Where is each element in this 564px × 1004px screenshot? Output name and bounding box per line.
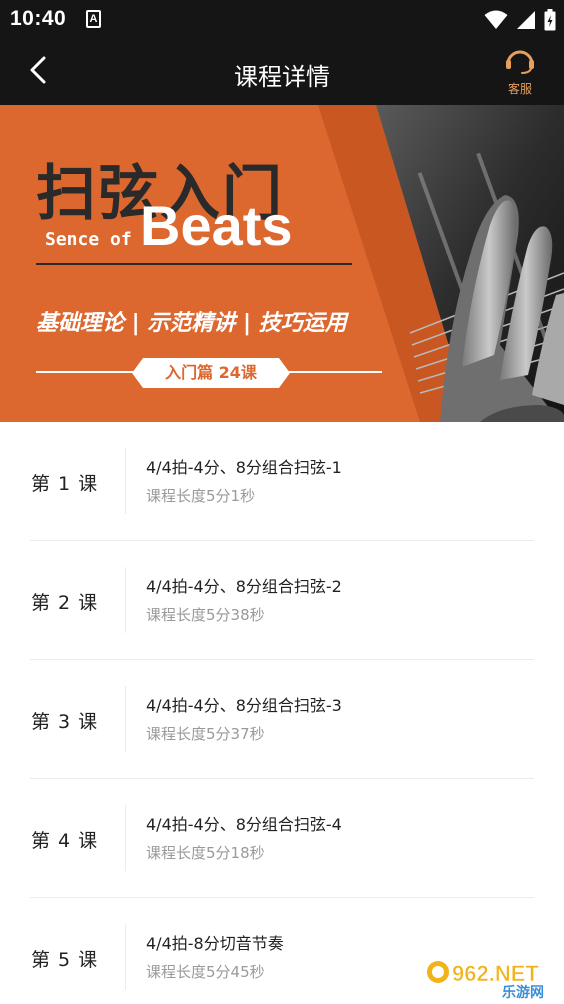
lesson-number: 第 3 课 [31, 711, 99, 733]
a-notification-icon: A [86, 10, 101, 28]
banner-underline [36, 263, 352, 265]
lesson-number: 第 5 课 [31, 949, 99, 971]
customer-service-button[interactable]: 客服 [498, 46, 542, 98]
lesson-divider [125, 567, 126, 633]
signal-icon [517, 11, 535, 29]
page-title: 课程详情 [234, 63, 330, 91]
nav-bar: 课程详情 客服 [0, 40, 564, 105]
lesson-title: 4/4拍-4分、8分组合扫弦-2 [146, 577, 342, 596]
status-time: 10:40 [10, 7, 67, 30]
lesson-item[interactable]: 第 1 课 4/4拍-4分、8分组合扫弦-1 课程长度5分1秒 [0, 422, 564, 541]
lesson-duration: 课程长度5分1秒 [146, 487, 256, 505]
lesson-divider [125, 686, 126, 752]
lesson-duration: 课程长度5分18秒 [146, 844, 265, 862]
lesson-number: 第 2 课 [31, 592, 99, 614]
lesson-divider [125, 805, 126, 871]
lesson-duration: 课程长度5分37秒 [146, 725, 265, 743]
watermark-sub-text: 乐游网 [502, 984, 544, 1000]
banner-subtitle-large: Beats [140, 194, 293, 257]
battery-icon [544, 9, 556, 31]
banner-rule-left [36, 371, 138, 373]
lesson-title: 4/4拍-4分、8分组合扫弦-4 [146, 815, 342, 834]
status-bar: 10:40 A [0, 0, 564, 40]
lesson-number: 第 4 课 [31, 830, 99, 852]
watermark-logo-text: 962.NET [452, 961, 539, 986]
lesson-list: 第 1 课 4/4拍-4分、8分组合扫弦-1 课程长度5分1秒 第 2 课 4/… [0, 422, 564, 1004]
lesson-number: 第 1 课 [31, 473, 99, 495]
lesson-item[interactable]: 第 2 课 4/4拍-4分、8分组合扫弦-2 课程长度5分38秒 [0, 541, 564, 660]
lesson-title: 4/4拍-4分、8分组合扫弦-3 [146, 696, 342, 715]
lesson-divider [125, 448, 126, 514]
lesson-divider [125, 924, 126, 990]
lesson-duration: 课程长度5分45秒 [146, 963, 265, 981]
banner-rule-right [284, 371, 382, 373]
status-icons [484, 8, 556, 32]
lesson-duration: 课程长度5分38秒 [146, 606, 265, 624]
site-watermark: 962.NET 乐游网 [426, 956, 558, 1001]
wifi-icon [484, 10, 508, 29]
lesson-title: 4/4拍-8分切音节奏 [146, 934, 284, 953]
watermark-logo: 962.NET 乐游网 [427, 961, 544, 1001]
lesson-title: 4/4拍-4分、8分组合扫弦-1 [146, 458, 342, 477]
course-banner: 扫弦入门 Sence of Beats 基础理论 | 示范精讲 | 技巧运用 入… [0, 105, 564, 422]
lesson-item[interactable]: 第 3 课 4/4拍-4分、8分组合扫弦-3 课程长度5分37秒 [0, 660, 564, 779]
customer-service-label: 客服 [507, 82, 532, 96]
banner-tag: 入门篇 24课 [132, 358, 290, 388]
headset-icon [506, 50, 534, 74]
lesson-item[interactable]: 第 4 课 4/4拍-4分、8分组合扫弦-4 课程长度5分18秒 [0, 779, 564, 898]
banner-features: 基础理论 | 示范精讲 | 技巧运用 [36, 311, 347, 336]
banner-subtitle-small: Sence of [45, 229, 132, 250]
